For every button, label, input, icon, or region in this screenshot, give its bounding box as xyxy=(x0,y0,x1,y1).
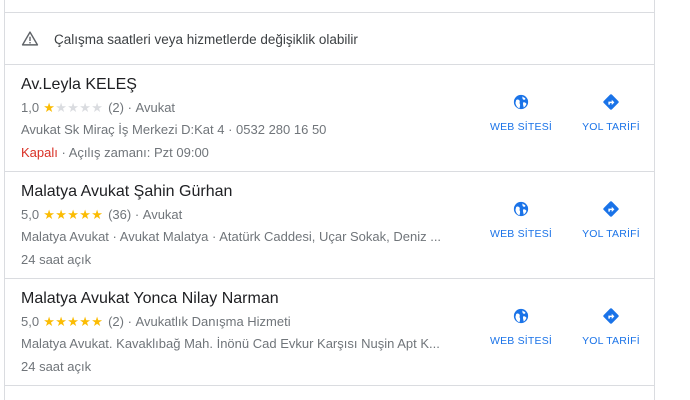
star-rating: ★ ★ ★ ★ ★ xyxy=(43,315,103,328)
star-filled-icon: ★ xyxy=(43,100,55,115)
hours-notice: Çalışma saatleri veya hizmetlerde değişi… xyxy=(5,13,654,65)
opening-hours: 24 saat açık xyxy=(21,359,92,374)
review-count: (36) xyxy=(108,207,132,222)
star-empty-icon: ★ xyxy=(91,100,103,115)
directions-button[interactable]: YOL TARİFİ xyxy=(571,307,651,347)
rating-value: 5,0 xyxy=(21,314,40,329)
star-empty-icon: ★ xyxy=(79,100,91,115)
separator: · xyxy=(123,100,136,115)
business-listing[interactable]: Malatya Avukat Şahin Gürhan 5,0 ★ ★ ★ ★ ★ (3… xyxy=(5,172,654,279)
status-closed: Kapalı xyxy=(21,145,58,160)
results-panel: Çalışma saatleri veya hizmetlerde değişi… xyxy=(4,0,655,400)
hours-line: Kapalı · Açılış zamanı: Pzt 09:00 xyxy=(21,145,209,160)
rating-value: 5,0 xyxy=(21,207,40,222)
directions-label: YOL TARİFİ xyxy=(582,335,640,347)
notice-text: Çalışma saatleri veya hizmetlerde değişi… xyxy=(54,32,358,47)
star-filled-icon: ★ xyxy=(91,314,103,329)
website-label: WEB SİTESİ xyxy=(489,121,553,133)
star-filled-icon: ★ xyxy=(67,207,79,222)
star-filled-icon: ★ xyxy=(55,314,67,329)
star-empty-icon: ★ xyxy=(67,100,79,115)
business-name[interactable]: Malatya Avukat Şahin Gürhan xyxy=(21,183,232,201)
opening-hours: Açılış zamanı: Pzt 09:00 xyxy=(68,145,209,160)
rating-value: 1,0 xyxy=(21,100,40,115)
warning-triangle-icon xyxy=(21,31,39,46)
directions-icon xyxy=(603,201,619,217)
star-filled-icon: ★ xyxy=(43,207,55,222)
website-button[interactable]: WEB SİTESİ xyxy=(481,307,561,347)
separator: · xyxy=(123,314,136,329)
website-button[interactable]: WEB SİTESİ xyxy=(481,200,561,240)
directions-button[interactable]: YOL TARİFİ xyxy=(571,93,651,133)
directions-label: YOL TARİFİ xyxy=(582,228,640,240)
hours-line: 24 saat açık xyxy=(21,359,91,374)
rating-line: 5,0 ★ ★ ★ ★ ★ (36) · Avukat xyxy=(21,207,182,222)
address-line: Avukat Sk Miraç İş Merkezi D:Kat 4 · 053… xyxy=(21,122,327,137)
globe-icon xyxy=(513,94,529,110)
directions-icon xyxy=(603,94,619,110)
separator: · xyxy=(131,207,143,222)
star-filled-icon: ★ xyxy=(55,207,67,222)
business-name[interactable]: Malatya Avukat Yonca Nilay Narman xyxy=(21,290,279,308)
category: Avukatlık Danışma Hizmeti xyxy=(135,314,291,329)
star-filled-icon: ★ xyxy=(43,314,55,329)
directions-icon xyxy=(603,308,619,324)
category: Avukat xyxy=(142,207,183,222)
address-line: Malatya Avukat. Kavaklıbağ Mah. İnönü Ca… xyxy=(21,336,440,351)
rating-line: 5,0 ★ ★ ★ ★ ★ (2) · Avukatlık Danışma Hizmet… xyxy=(21,314,291,329)
business-listing[interactable]: Av.Leyla KELEŞ 1,0 ★ ★ ★ ★ ★ (2) · Avukat Av… xyxy=(5,65,654,172)
website-button[interactable]: WEB SİTESİ xyxy=(481,93,561,133)
category: Avukat xyxy=(135,100,176,115)
star-filled-icon: ★ xyxy=(79,207,91,222)
rating-line: 1,0 ★ ★ ★ ★ ★ (2) · Avukat xyxy=(21,100,175,115)
business-name[interactable]: Av.Leyla KELEŞ xyxy=(21,76,137,94)
website-label: WEB SİTESİ xyxy=(489,335,553,347)
website-label: WEB SİTESİ xyxy=(489,228,553,240)
separator: · xyxy=(61,145,69,160)
review-count: (2) xyxy=(108,100,124,115)
directions-label: YOL TARİFİ xyxy=(582,121,640,133)
globe-icon xyxy=(513,308,529,324)
review-count: (2) xyxy=(108,314,124,329)
directions-button[interactable]: YOL TARİFİ xyxy=(571,200,651,240)
address-line: Malatya Avukat · Avukat Malatya · Atatür… xyxy=(21,229,442,244)
star-filled-icon: ★ xyxy=(79,314,91,329)
star-rating: ★ ★ ★ ★ ★ xyxy=(43,101,103,114)
globe-icon xyxy=(513,201,529,217)
star-empty-icon: ★ xyxy=(55,100,67,115)
star-filled-icon: ★ xyxy=(67,314,79,329)
opening-hours: 24 saat açık xyxy=(21,252,92,267)
business-listing[interactable]: Malatya Avukat Yonca Nilay Narman 5,0 ★ ★… xyxy=(5,279,654,386)
star-filled-icon: ★ xyxy=(91,207,103,222)
hours-line: 24 saat açık xyxy=(21,252,91,267)
star-rating: ★ ★ ★ ★ ★ xyxy=(43,208,103,221)
